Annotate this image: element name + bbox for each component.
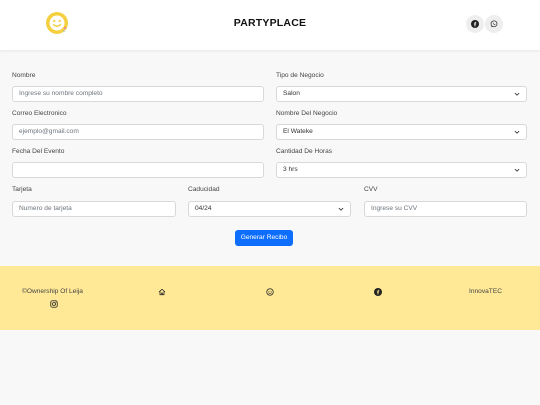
tipo-negocio-label: Tipo de Negocio: [276, 72, 324, 79]
cantidad-horas-label: Cantidad De Horas: [276, 148, 333, 155]
correo-label: Correo Electronico: [12, 110, 67, 117]
whatsapp-link[interactable]: [485, 15, 503, 33]
cantidad-horas-value: 3 hrs: [283, 166, 298, 173]
tipo-negocio-value: Salon: [283, 90, 300, 97]
footer: ©Ownership Of Leija InnovaTEC: [0, 266, 540, 330]
chevron-down-icon: [514, 92, 520, 96]
fecha-label: Fecha Del Evento: [12, 148, 65, 155]
cvv-input[interactable]: Ingrese su CVV: [364, 201, 527, 217]
tipo-negocio-select[interactable]: Salon: [276, 86, 527, 102]
generar-recibo-button[interactable]: Generar Recibo: [235, 230, 293, 246]
cantidad-horas-select[interactable]: 3 hrs: [276, 162, 527, 178]
correo-input[interactable]: ejemplo@gmail.com: [12, 124, 264, 140]
header: PARTYPLACE: [0, 0, 540, 50]
nombre-label: Nombre: [12, 72, 36, 79]
facebook-icon: [471, 20, 479, 28]
whatsapp-icon: [490, 20, 498, 28]
brand-title: PARTYPLACE: [233, 17, 307, 29]
nombre-input[interactable]: Ingrese su nombre completo: [12, 86, 264, 102]
smile-icon[interactable]: [266, 288, 274, 296]
facebook-link[interactable]: [466, 15, 484, 33]
caducidad-select[interactable]: 04/24: [188, 201, 351, 217]
nombre-negocio-select[interactable]: El Wateke: [276, 124, 527, 140]
facebook-icon[interactable]: [374, 288, 382, 296]
tarjeta-label: Tarjeta: [12, 186, 32, 193]
cvv-label: CVV: [364, 186, 378, 193]
chevron-down-icon: [514, 130, 520, 134]
tarjeta-input[interactable]: Numero de tarjeta: [12, 201, 176, 217]
instagram-icon[interactable]: [50, 300, 58, 308]
nombre-negocio-value: El Wateke: [283, 128, 313, 135]
home-icon[interactable]: [158, 288, 166, 296]
ownership-text: ©Ownership Of Leija: [22, 288, 83, 295]
fecha-input[interactable]: [12, 162, 264, 178]
chevron-down-icon: [514, 168, 520, 172]
caducidad-value: 04/24: [195, 205, 212, 212]
chevron-down-icon: [338, 207, 344, 211]
company-text: InnovaTEC: [469, 288, 502, 295]
caducidad-label: Caducidad: [188, 186, 220, 193]
nombre-negocio-label: Nombre Del Negocio: [276, 110, 338, 117]
